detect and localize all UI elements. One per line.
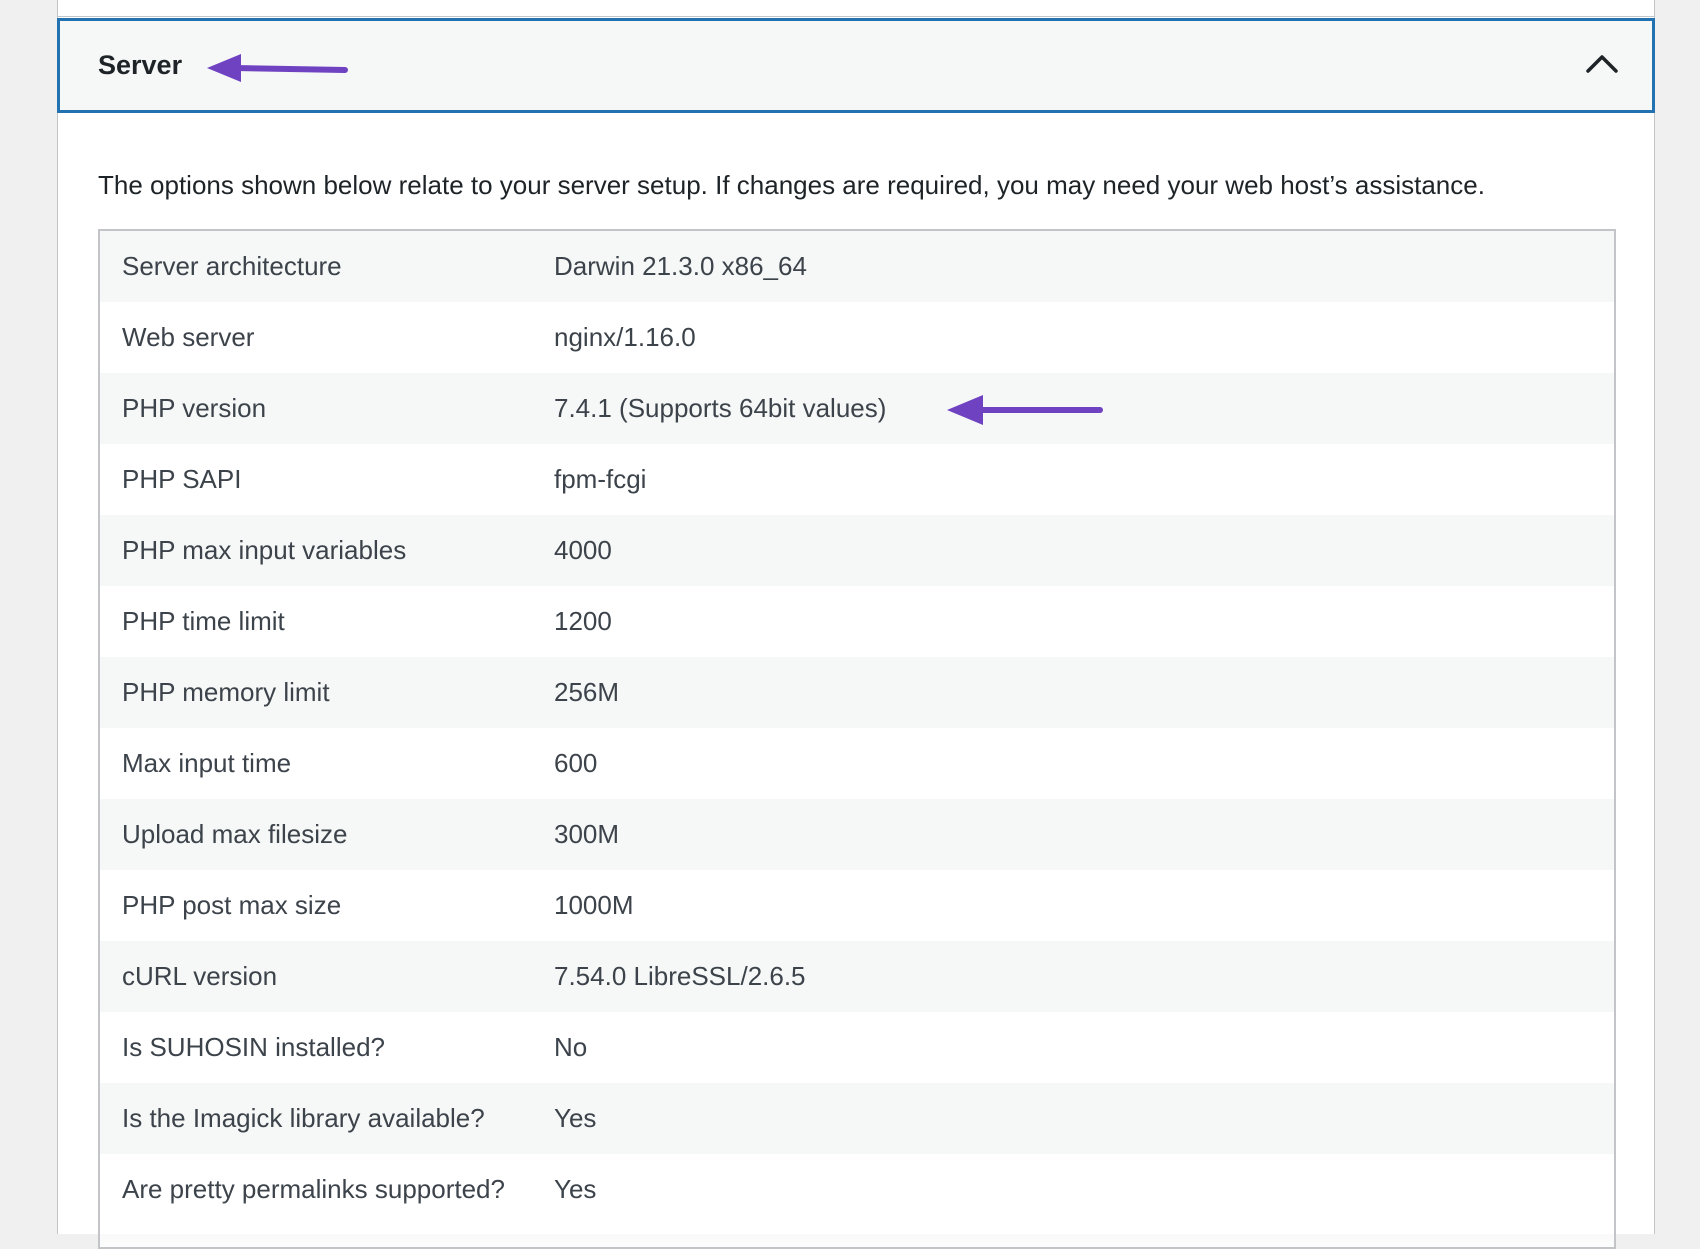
table-row: PHP version 7.4.1 (Supports 64bit values) [100,373,1614,444]
row-label: Is SUHOSIN installed? [122,1032,385,1062]
row-label: Max input time [122,748,292,778]
row-label: Server architecture [122,251,342,281]
table-row: Web server nginx/1.16.0 [100,302,1614,373]
row-label: cURL version [122,961,278,991]
row-value: 1000M [554,890,634,920]
table-row: Is the Imagick library available? Yes [100,1083,1614,1154]
section-description: The options shown below relate to your s… [98,170,1485,200]
row-value: nginx/1.16.0 [554,322,696,352]
table-row: PHP max input variables 4000 [100,515,1614,586]
row-value: 4000 [554,535,612,565]
row-value: 600 [554,748,598,778]
table-row: cURL version 7.54.0 LibreSSL/2.6.5 [100,941,1614,1012]
row-label: Web server [122,322,255,352]
row-value: Darwin 21.3.0 x86_64 [554,251,807,281]
row-value: Yes [554,1174,597,1204]
table-row: PHP time limit 1200 [100,586,1614,657]
table-row: Upload max filesize 300M [100,799,1614,870]
table-body: Server architecture Darwin 21.3.0 x86_64 W… [100,231,1614,1225]
table-row: PHP post max size 1000M [100,870,1614,941]
site-health-info-panel: Server The options shown below relate to… [57,0,1655,1249]
row-label: PHP memory limit [122,677,330,707]
divider [58,16,1654,17]
row-value: fpm-fcgi [554,464,647,494]
annotation-arrow-icon [947,395,1103,425]
chevron-up-icon[interactable] [1582,49,1622,79]
server-info-table: Server architecture Darwin 21.3.0 x86_64 W… [98,229,1616,1249]
table-row: Server architecture Darwin 21.3.0 x86_64 [100,231,1614,302]
table-row: PHP SAPI fpm-fcgi [100,444,1614,515]
row-label: PHP post max size [122,890,342,920]
table-row: PHP memory limit 256M [100,657,1614,728]
row-value: 7.4.1 (Supports 64bit values) [554,393,887,423]
row-label: Are pretty permalinks supported? [122,1174,505,1204]
row-label: PHP SAPI [122,464,242,494]
row-label: Upload max filesize [122,819,348,849]
row-value: Yes [554,1103,597,1133]
row-value: 256M [554,677,620,707]
row-value: No [554,1032,588,1062]
row-value: 300M [554,819,620,849]
table-row: Max input time 600 [100,728,1614,799]
row-label: PHP max input variables [122,535,407,565]
row-value: 7.54.0 LibreSSL/2.6.5 [554,961,806,991]
table-row: Are pretty permalinks supported? Yes [100,1154,1614,1225]
annotation-arrow-icon [207,54,348,82]
section-title: Server [98,50,183,80]
table-row: Is SUHOSIN installed? No [100,1012,1614,1083]
row-label: PHP time limit [122,606,285,636]
row-label: Is the Imagick library available? [122,1103,485,1133]
row-label: PHP version [122,393,267,423]
row-value: 1200 [554,606,612,636]
